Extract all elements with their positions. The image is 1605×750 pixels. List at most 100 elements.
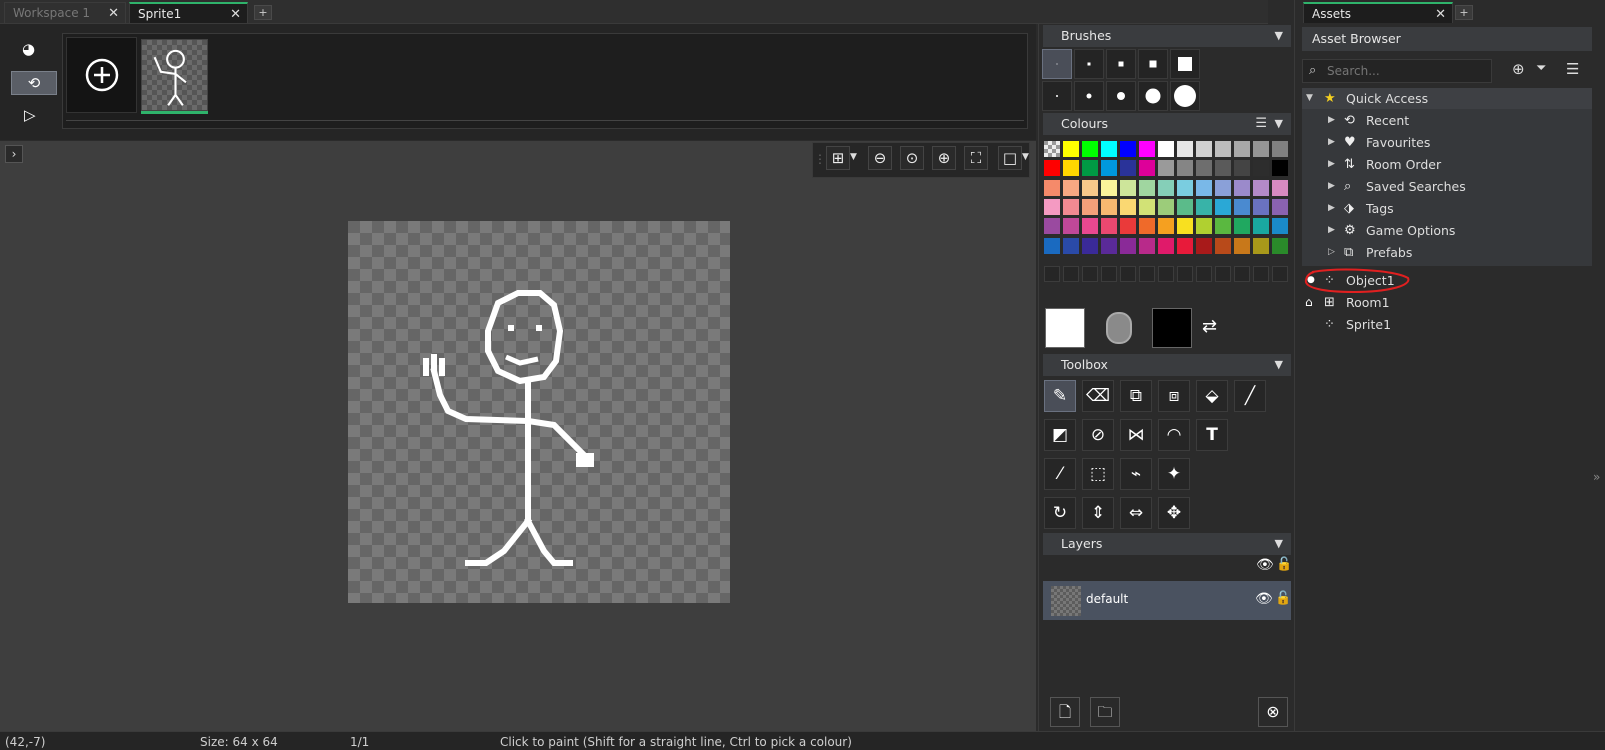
quick-access-row[interactable]: ▼ ★ Quick Access [1302, 88, 1592, 109]
colour-swatch[interactable] [1139, 218, 1155, 235]
resource-item[interactable]: ⌂ ⊞ Room1 [1302, 292, 1592, 313]
colour-swatch[interactable] [1234, 218, 1250, 235]
colour-swatch[interactable] [1063, 179, 1079, 196]
colour-swatch[interactable] [1063, 237, 1079, 254]
add-frame-button[interactable] [66, 37, 137, 113]
chevron-down-icon[interactable]: ▼ [1275, 354, 1283, 376]
loop-toggle-button[interactable]: ⟲ [11, 71, 57, 95]
empty-colour-slot[interactable] [1063, 266, 1079, 282]
colour-swatch[interactable] [1139, 179, 1155, 196]
chevron-right-icon[interactable]: ▶ [1328, 176, 1335, 197]
colour-swatch[interactable] [1253, 218, 1269, 235]
empty-colour-slot[interactable] [1177, 266, 1193, 282]
colour-swatch[interactable] [1158, 198, 1174, 215]
colour-swatch[interactable] [1044, 160, 1060, 177]
colour-swatch[interactable] [1082, 141, 1098, 157]
colours-header[interactable]: Colours ☰ ▼ [1043, 113, 1291, 135]
colour-swatch[interactable] [1044, 141, 1060, 157]
colour-swatch[interactable] [1196, 179, 1212, 196]
quick-access-item[interactable]: ▷ ⧉ Prefabs [1302, 242, 1592, 263]
colour-swatch[interactable] [1196, 237, 1212, 254]
colour-swatch[interactable] [1234, 198, 1250, 215]
colour-swatch[interactable] [1272, 237, 1288, 254]
quick-access-item[interactable]: ▶ ⇅ Room Order [1302, 154, 1592, 175]
filter-icon[interactable]: ⏷ [1536, 61, 1546, 76]
chevron-right-icon[interactable]: ▶ [1328, 198, 1335, 219]
eraser-tool[interactable]: ⌫ [1082, 380, 1114, 412]
empty-colour-slot[interactable] [1215, 266, 1231, 282]
swap-colours-icon[interactable]: ⇄ [1202, 316, 1217, 337]
colour-swatch[interactable] [1234, 141, 1250, 157]
select-move-tool[interactable]: ⧈ [1158, 380, 1190, 412]
colour-swatch[interactable] [1158, 141, 1174, 157]
colour-swatch[interactable] [1215, 141, 1231, 157]
close-icon[interactable]: ✕ [108, 3, 119, 24]
text-tool[interactable]: T [1196, 419, 1228, 451]
fit-view-button[interactable]: ⛶ [964, 146, 988, 170]
resource-item[interactable]: ⁘ Sprite1 [1302, 314, 1592, 335]
chevron-down-icon[interactable]: ▼ [1275, 533, 1283, 555]
empty-colour-slot[interactable] [1158, 266, 1174, 282]
colour-swatch[interactable] [1253, 198, 1269, 215]
colour-swatch[interactable] [1253, 141, 1269, 157]
colour-swatch[interactable] [1234, 237, 1250, 254]
add-asset-icon[interactable]: ⊕ [1512, 60, 1525, 78]
colour-swatch[interactable] [1215, 179, 1231, 196]
colour-swatch[interactable] [1158, 160, 1174, 177]
chevron-down-icon[interactable]: ▼ [1275, 25, 1283, 47]
brushes-header[interactable]: Brushes ▼ [1043, 25, 1291, 47]
menu-icon[interactable]: ☰ [1255, 113, 1267, 135]
tab-sprite[interactable]: Sprite1 ✕ [129, 2, 248, 23]
brush-1px[interactable] [1042, 49, 1072, 79]
colour-swatch[interactable] [1139, 237, 1155, 254]
colour-swatch[interactable] [1120, 198, 1136, 215]
colour-swatch[interactable] [1044, 237, 1060, 254]
colour-swatch[interactable] [1177, 141, 1193, 157]
sprite-canvas[interactable] [348, 221, 730, 603]
colour-swatch[interactable] [1063, 218, 1079, 235]
empty-colour-slot[interactable] [1120, 266, 1136, 282]
background-toggle-button[interactable]: □ [998, 146, 1022, 170]
tab-assets[interactable]: Assets ✕ [1303, 2, 1453, 23]
colour-swatch[interactable] [1234, 160, 1250, 177]
brush-2px[interactable] [1074, 49, 1104, 79]
search-input[interactable] [1327, 62, 1487, 80]
expand-panel-button[interactable]: › [5, 145, 23, 163]
quick-access-item[interactable]: ▶ ⟲ Recent [1302, 110, 1592, 131]
colour-swatch[interactable] [1272, 141, 1288, 157]
colour-swatch[interactable] [1063, 141, 1079, 157]
quick-access-item[interactable]: ▶ ⬗ Tags [1302, 198, 1592, 219]
close-icon[interactable]: ✕ [1435, 4, 1446, 25]
brush-square-large[interactable] [1170, 49, 1200, 79]
colour-swatch[interactable] [1120, 218, 1136, 235]
eye-icon[interactable]: 👁 [1256, 557, 1274, 573]
colour-swatch[interactable] [1272, 198, 1288, 215]
colour-swatch[interactable] [1044, 218, 1060, 235]
brush-4px[interactable] [1138, 49, 1168, 79]
fill-tool[interactable]: ⬙ [1196, 380, 1228, 412]
grid-toggle-button[interactable]: ⊞ [826, 146, 850, 170]
chevron-down-icon[interactable]: ▼ [1306, 88, 1313, 109]
zoom-reset-button[interactable]: ⊙ [900, 146, 924, 170]
colour-swatch[interactable] [1196, 198, 1212, 215]
colour-swatch[interactable] [1253, 160, 1269, 177]
left-colour-swatch[interactable] [1045, 308, 1085, 348]
layer-row[interactable]: default 👁 🔓 [1043, 581, 1291, 620]
brush-3px[interactable] [1106, 49, 1136, 79]
flip-horizontal-tool[interactable]: ⇔ [1120, 497, 1152, 529]
colour-swatch[interactable] [1215, 237, 1231, 254]
colour-swatch[interactable] [1272, 179, 1288, 196]
colour-swatch[interactable] [1215, 218, 1231, 235]
colour-swatch[interactable] [1044, 179, 1060, 196]
colour-swatch[interactable] [1139, 198, 1155, 215]
quick-access-item[interactable]: ▶ ♥ Favourites [1302, 132, 1592, 153]
rotate-tool[interactable]: ↻ [1044, 497, 1076, 529]
colour-swatch[interactable] [1063, 198, 1079, 215]
colour-swatch[interactable] [1101, 198, 1117, 215]
brush-round-1[interactable] [1042, 81, 1072, 111]
onion-skin-icon[interactable]: ◕ [22, 40, 44, 62]
pencil-tool[interactable]: ✎ [1044, 380, 1076, 412]
empty-colour-slot[interactable] [1082, 266, 1098, 282]
chevron-right-icon[interactable]: ▶ [1328, 154, 1335, 175]
colour-swatch[interactable] [1177, 198, 1193, 215]
